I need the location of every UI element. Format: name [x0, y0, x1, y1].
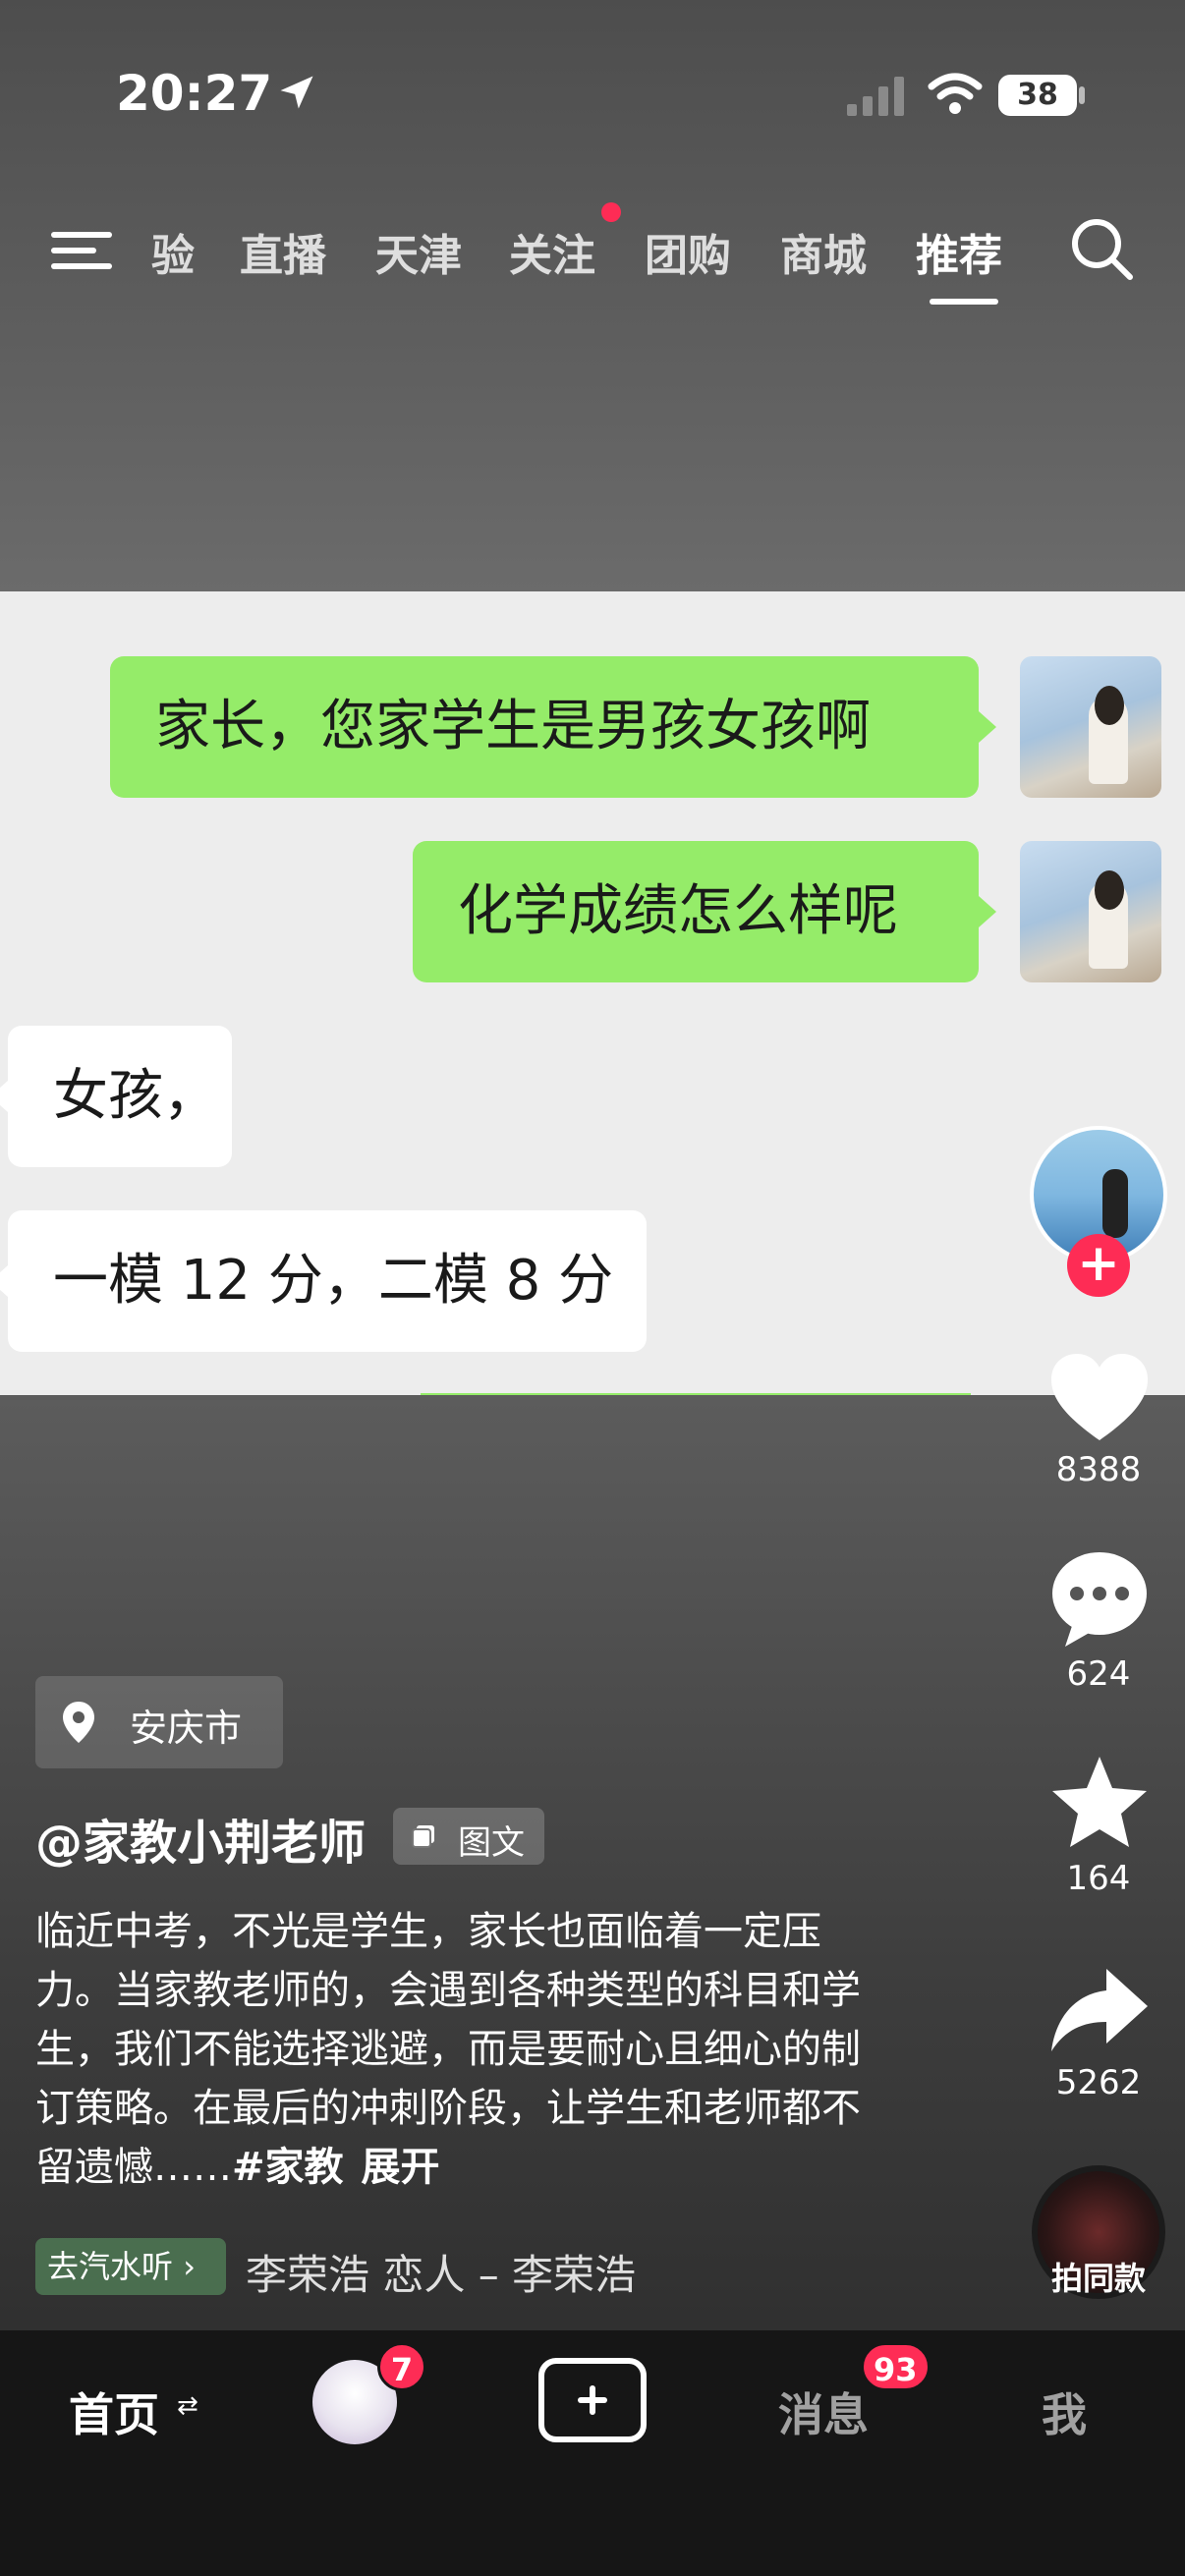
- listen-chip-label: 去汽水听: [47, 2248, 174, 2285]
- description-text: 临近中考，不光是学生，家长也面临着一定压力。当家教老师的，会遇到各种类型的科目和…: [35, 1909, 861, 2190]
- location-arrow-icon: [280, 76, 313, 109]
- post-description: 临近中考，不光是学生，家长也面临着一定压力。当家教老师的，会遇到各种类型的科目和…: [35, 1902, 890, 2197]
- music-row[interactable]: 去汽水听 › 李荣浩 恋人 – 李荣浩: [35, 2238, 1018, 2299]
- status-time: 20:27: [116, 65, 273, 122]
- following-notification-dot: [601, 202, 621, 222]
- status-bar: 20:27 38: [0, 0, 1185, 167]
- author-name[interactable]: @家教小荆老师: [35, 1804, 366, 1873]
- active-tab-indicator: [930, 299, 998, 305]
- location-text: 安庆市: [130, 1707, 243, 1750]
- tab-home[interactable]: 首页: [69, 2380, 159, 2444]
- comment-count: 624: [1066, 1654, 1131, 1694]
- location-pin-icon: [63, 1702, 94, 1743]
- bubble-tail: [979, 711, 996, 743]
- comment-icon[interactable]: [1045, 1544, 1154, 1652]
- wifi-icon: [928, 73, 983, 114]
- create-post-button[interactable]: [538, 2358, 647, 2442]
- tab-following[interactable]: 关注: [509, 220, 595, 283]
- tab-experience[interactable]: 验: [151, 220, 195, 283]
- tab-live[interactable]: 直播: [240, 220, 326, 283]
- cellular-signal-icon: [847, 77, 904, 116]
- search-icon[interactable]: [1069, 216, 1136, 283]
- music-title: 李荣浩 恋人 – 李荣浩: [246, 2251, 637, 2299]
- listen-on-qishui-chip[interactable]: 去汽水听 ›: [35, 2238, 226, 2295]
- tab-me[interactable]: 我: [1042, 2380, 1087, 2444]
- chat-bubble-received: 一模 12 分，二模 8 分: [8, 1210, 647, 1352]
- next-bubble-edge: [421, 1393, 971, 1395]
- bubble-tail: [979, 896, 996, 927]
- swap-arrows-icon: ⇄: [177, 2391, 198, 2421]
- heart-icon[interactable]: [1045, 1346, 1154, 1454]
- post-type-chip: 图文: [393, 1808, 544, 1865]
- chat-screenshot: 家长，您家学生是男孩女孩啊 化学成绩怎么样呢 女孩， 一模 12 分，二模 8 …: [0, 591, 1185, 1395]
- sender-avatar: [1020, 656, 1161, 798]
- chat-bubble-sent: 家长，您家学生是男孩女孩啊: [110, 656, 979, 798]
- location-chip[interactable]: 安庆市: [35, 1676, 283, 1768]
- tab-recommended[interactable]: 推荐: [916, 220, 1002, 283]
- tab-group-buy[interactable]: 团购: [645, 220, 731, 283]
- bubble-tail: [0, 1265, 8, 1297]
- bottom-background: [0, 1395, 1185, 2378]
- battery-tip: [1079, 86, 1085, 104]
- bubble-tail: [0, 1081, 8, 1112]
- top-nav: 验 直播 天津 关注 团购 商城 推荐: [0, 206, 1185, 314]
- share-icon[interactable]: [1045, 1957, 1154, 2065]
- post-type-label: 图文: [458, 1823, 525, 1863]
- tab-mall[interactable]: 商城: [780, 220, 867, 283]
- battery-indicator: 38: [998, 75, 1077, 116]
- chat-bubble-sent: 化学成绩怎么样呢: [413, 841, 979, 982]
- share-count: 5262: [1055, 2063, 1142, 2102]
- menu-icon[interactable]: [51, 226, 112, 275]
- hashtag-link[interactable]: #家教: [232, 2145, 344, 2190]
- same-style-label[interactable]: 拍同款: [1022, 2254, 1175, 2299]
- bottom-tab-bar: 首页 ⇄ 7 消息 93 我: [0, 2330, 1185, 2576]
- follow-plus-button[interactable]: +: [1067, 1234, 1130, 1297]
- tab-tianjin[interactable]: 天津: [375, 220, 462, 283]
- favorite-star-icon[interactable]: [1045, 1749, 1154, 1857]
- chat-bubble-received: 女孩，: [8, 1026, 232, 1167]
- messages-badge: 93: [861, 2342, 931, 2391]
- favorite-count: 164: [1066, 1859, 1131, 1898]
- friends-badge: 7: [377, 2342, 426, 2391]
- sender-avatar: [1020, 841, 1161, 982]
- like-count: 8388: [1055, 1450, 1142, 1489]
- expand-button[interactable]: 展开: [362, 2145, 440, 2190]
- tab-messages[interactable]: 消息: [778, 2380, 869, 2444]
- image-text-icon: [412, 1825, 434, 1848]
